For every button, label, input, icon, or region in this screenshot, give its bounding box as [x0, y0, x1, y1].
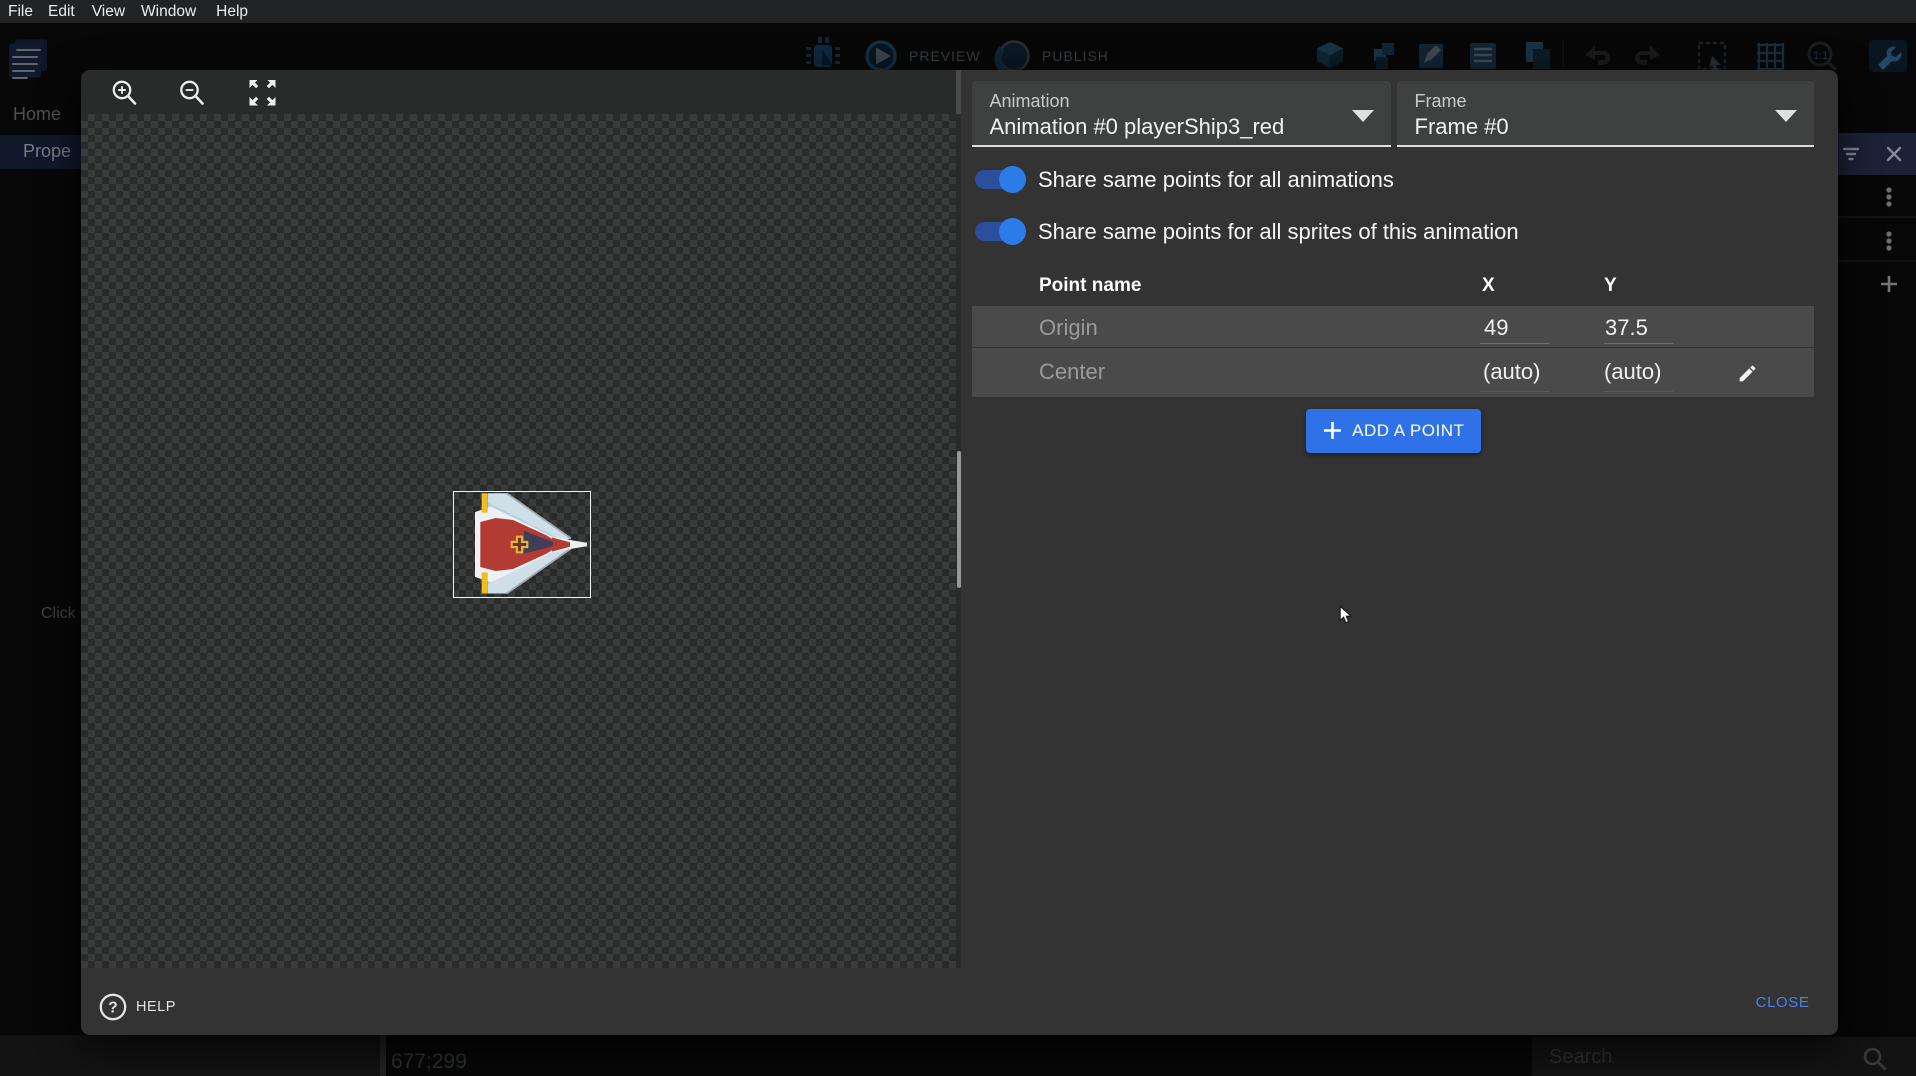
- svg-text:PUBLISH: PUBLISH: [1042, 48, 1109, 64]
- svg-text:?: ?: [108, 999, 117, 1016]
- svg-text:PREVIEW: PREVIEW: [909, 48, 981, 64]
- svg-text:1:1: 1:1: [1813, 50, 1828, 62]
